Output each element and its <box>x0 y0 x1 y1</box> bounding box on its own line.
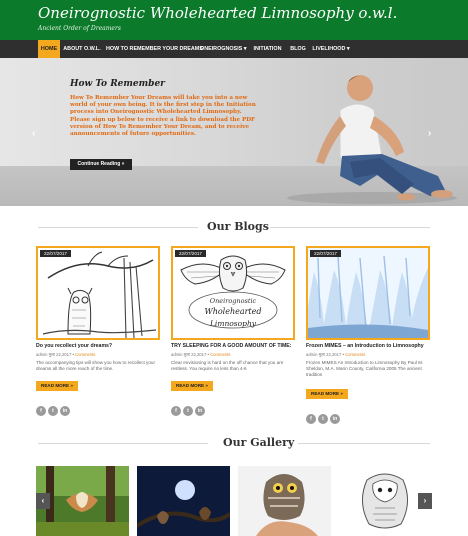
gallery-next-arrow-icon[interactable]: › <box>418 493 432 509</box>
blog-card: Oneirognostic Wholehearted Limnosophy 22… <box>171 246 295 416</box>
blog-card-author-date: admin मुला 22,2017 • <box>36 352 74 357</box>
blog-card-comments-link[interactable]: Comments <box>210 352 230 357</box>
hero-pagination <box>227 199 239 206</box>
blogs-divider-right <box>270 227 430 228</box>
gallery-heading: Our Gallery <box>223 436 295 449</box>
hero-man-image <box>287 75 457 204</box>
facebook-icon[interactable]: f <box>171 406 181 416</box>
blog-card-date: 22/07/2017 <box>310 250 341 257</box>
site-header: Oneirognostic Wholehearted Limnosophy o.… <box>0 0 468 40</box>
gallery-divider-right <box>298 443 430 444</box>
hero-text: How To Remember Your Dreams will take yo… <box>70 95 256 138</box>
nav-item-home[interactable]: HOME <box>38 40 60 58</box>
blogs-heading: Our Blogs <box>207 220 269 233</box>
blog-card-image[interactable]: 22/07/2017 <box>36 246 160 340</box>
frozen-icicles-photo <box>308 248 428 338</box>
blog-card-date: 22/07/2017 <box>175 250 206 257</box>
read-more-button[interactable]: READ MORE » <box>171 381 213 391</box>
svg-text:Oneirognostic: Oneirognostic <box>210 297 257 305</box>
svg-text:Wholehearted: Wholehearted <box>204 307 261 316</box>
blog-card-author-date: admin मुला 22,2017 • <box>306 352 344 357</box>
blog-card-meta: admin मुला 22,2017 • Comments <box>306 352 365 358</box>
linkedin-icon[interactable]: in <box>195 406 205 416</box>
blog-card-excerpt: Clear envisioning is hard on the off cha… <box>171 360 284 372</box>
blog-card-title[interactable]: Frozen MIMES – an Introduction to Limnos… <box>306 343 430 349</box>
gallery-divider-left <box>38 443 208 444</box>
owls-under-moon-image <box>137 466 230 536</box>
linkedin-icon[interactable]: in <box>60 406 70 416</box>
gallery-item[interactable] <box>238 466 331 536</box>
hero-next-arrow-icon[interactable]: › <box>428 128 431 139</box>
social-share: f t in <box>36 399 72 417</box>
blog-card-title[interactable]: TRY SLEEPING FOR A GOOD AMOUNT OF TIME: <box>171 343 295 349</box>
gallery-prev-arrow-icon[interactable]: ‹ <box>36 493 50 509</box>
read-more-button[interactable]: READ MORE » <box>36 381 78 391</box>
svg-text:Limnosophy: Limnosophy <box>209 319 257 328</box>
blog-card-date: 22/07/2017 <box>40 250 71 257</box>
blog-card-meta: admin मुला 22,2017 • Comments <box>36 352 95 358</box>
continue-reading-button[interactable]: Continue Reading » <box>70 159 132 170</box>
twitter-icon[interactable]: t <box>48 406 58 416</box>
site-title[interactable]: Oneirognostic Wholehearted Limnosophy o.… <box>38 4 397 22</box>
blog-card-excerpt: The accompanying tips will show you how … <box>36 360 155 372</box>
social-share: f t in <box>171 399 207 417</box>
blog-card-title[interactable]: Do you recollect your dreams? <box>36 343 160 349</box>
blog-card-excerpt: Frozen MIMES An Introduction to Limnosop… <box>306 360 424 378</box>
blog-card-comments-link[interactable]: Comments <box>345 352 365 357</box>
twitter-icon[interactable]: t <box>183 406 193 416</box>
blog-card-image[interactable]: Oneirognostic Wholehearted Limnosophy 22… <box>171 246 295 340</box>
site-tagline: Ancient Order of Dreamers <box>38 25 121 32</box>
nav-item-initiation[interactable]: INITIATION <box>251 40 284 58</box>
read-more-button[interactable]: READ MORE » <box>306 389 348 399</box>
linkedin-icon[interactable]: in <box>330 414 340 424</box>
owl-on-hand-image <box>238 466 331 536</box>
owl-wings-logo-sketch: Oneirognostic Wholehearted Limnosophy <box>180 255 286 329</box>
main-nav: HOME ABOUT O.W.L. HOW TO REMEMBER YOUR D… <box>0 40 468 58</box>
blog-card-meta: admin मुला 22,2017 • Comments <box>171 352 230 358</box>
hero-slider: How To Remember How To Remember Your Dre… <box>0 58 468 206</box>
page: Oneirognostic Wholehearted Limnosophy o.… <box>0 0 468 536</box>
blog-card-image[interactable]: 22/07/2017 <box>306 246 430 340</box>
hero-title: How To Remember <box>70 79 165 89</box>
nav-item-oneirognosis[interactable]: ONEIROGNOSIS ▾ <box>200 40 246 58</box>
owl-on-branch-sketch <box>42 251 157 338</box>
social-share: f t in <box>306 407 342 425</box>
twitter-icon[interactable]: t <box>318 414 328 424</box>
nav-item-blog[interactable]: BLOG <box>288 40 308 58</box>
blogs-divider-left <box>38 227 198 228</box>
blog-card-author-date: admin मुला 22,2017 • <box>171 352 209 357</box>
blog-card: 22/07/2017 Frozen MIMES – an Introductio… <box>306 246 430 426</box>
nav-item-how-to-remember[interactable]: HOW TO REMEMBER YOUR DREAMS <box>106 40 203 58</box>
nav-item-about[interactable]: ABOUT O.W.L. <box>62 40 102 58</box>
blog-card-comments-link[interactable]: Comments <box>75 352 95 357</box>
blog-card: 22/07/2017 Do you recollect your dreams?… <box>36 246 160 416</box>
nav-item-livelihood[interactable]: LIVELIHOOD ▾ <box>312 40 350 58</box>
gallery-item[interactable] <box>137 466 230 536</box>
facebook-icon[interactable]: f <box>36 406 46 416</box>
facebook-icon[interactable]: f <box>306 414 316 424</box>
hero-prev-arrow-icon[interactable]: ‹ <box>32 128 35 139</box>
